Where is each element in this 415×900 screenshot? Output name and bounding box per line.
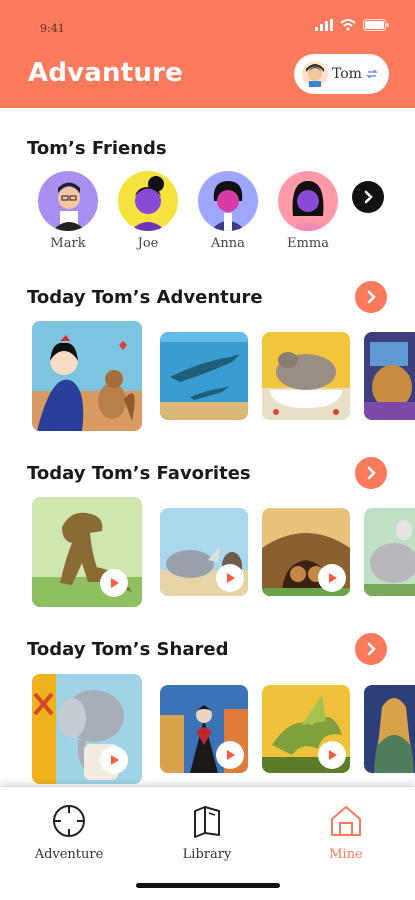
friends-next-button[interactable] (352, 181, 384, 213)
play-button[interactable] (100, 569, 128, 597)
story-card[interactable] (32, 321, 142, 431)
friend-name: Mark (50, 236, 86, 251)
tab-label: Mine (329, 847, 363, 862)
friend-name: Anna (211, 236, 245, 251)
story-card[interactable] (160, 508, 248, 596)
story-card[interactable] (262, 508, 350, 596)
friend-emma[interactable]: Emma (275, 171, 341, 251)
signal-icon (315, 19, 333, 31)
user-switch-button[interactable]: Tom (294, 54, 389, 94)
story-card[interactable] (364, 508, 415, 596)
play-icon (111, 755, 119, 765)
chevron-right-icon (367, 642, 376, 656)
story-card[interactable] (32, 674, 142, 784)
play-button[interactable] (216, 564, 244, 592)
chevron-right-icon (367, 290, 376, 304)
switch-icon (366, 69, 378, 79)
story-card[interactable] (160, 332, 248, 420)
avatar (198, 171, 258, 231)
shared-more-button[interactable] (355, 633, 387, 665)
play-button[interactable] (318, 564, 346, 592)
friends-title: Tom’s Friends (27, 138, 167, 159)
play-icon (227, 750, 235, 760)
story-card[interactable] (32, 497, 142, 607)
play-icon (111, 578, 119, 588)
avatar (118, 171, 178, 231)
tab-label: Library (182, 847, 232, 862)
story-card[interactable] (364, 685, 415, 773)
chevron-right-icon (364, 190, 373, 204)
avatar (302, 61, 328, 87)
play-button[interactable] (100, 746, 128, 774)
adventure-more-button[interactable] (355, 281, 387, 313)
friend-joe[interactable]: Joe (115, 171, 181, 251)
battery-icon (363, 19, 389, 31)
tab-label: Adventure (34, 847, 104, 862)
play-icon (329, 750, 337, 760)
play-button[interactable] (216, 741, 244, 769)
shared-section-title: Today Tom’s Shared (27, 639, 229, 660)
avatar (278, 171, 338, 231)
user-name: Tom (332, 66, 362, 82)
story-card[interactable] (262, 332, 350, 420)
friend-name: Emma (287, 236, 329, 251)
adventure-section-title: Today Tom’s Adventure (27, 287, 263, 308)
tab-adventure[interactable]: Adventure (24, 803, 114, 862)
play-icon (329, 573, 337, 583)
app-title: Advanture (28, 58, 183, 88)
wifi-icon (340, 19, 356, 31)
crosshair-icon (53, 805, 85, 837)
status-time: 9:41 (40, 22, 65, 35)
home-icon (331, 806, 361, 836)
avatar (38, 171, 98, 231)
play-button[interactable] (318, 741, 346, 769)
favorites-section-title: Today Tom’s Favorites (27, 463, 251, 484)
story-card[interactable] (364, 332, 415, 420)
tab-library[interactable]: Library (162, 803, 252, 862)
home-indicator[interactable] (136, 883, 280, 888)
friend-anna[interactable]: Anna (195, 171, 261, 251)
book-icon (194, 806, 220, 838)
chevron-right-icon (367, 466, 376, 480)
story-card[interactable] (262, 685, 350, 773)
play-icon (227, 573, 235, 583)
friend-mark[interactable]: Mark (35, 171, 101, 251)
favorites-more-button[interactable] (355, 457, 387, 489)
status-icons (315, 19, 389, 31)
header: 9:41 Advanture Tom (0, 0, 415, 108)
story-card[interactable] (160, 685, 248, 773)
friend-name: Joe (137, 236, 159, 251)
tab-mine[interactable]: Mine (301, 803, 391, 862)
